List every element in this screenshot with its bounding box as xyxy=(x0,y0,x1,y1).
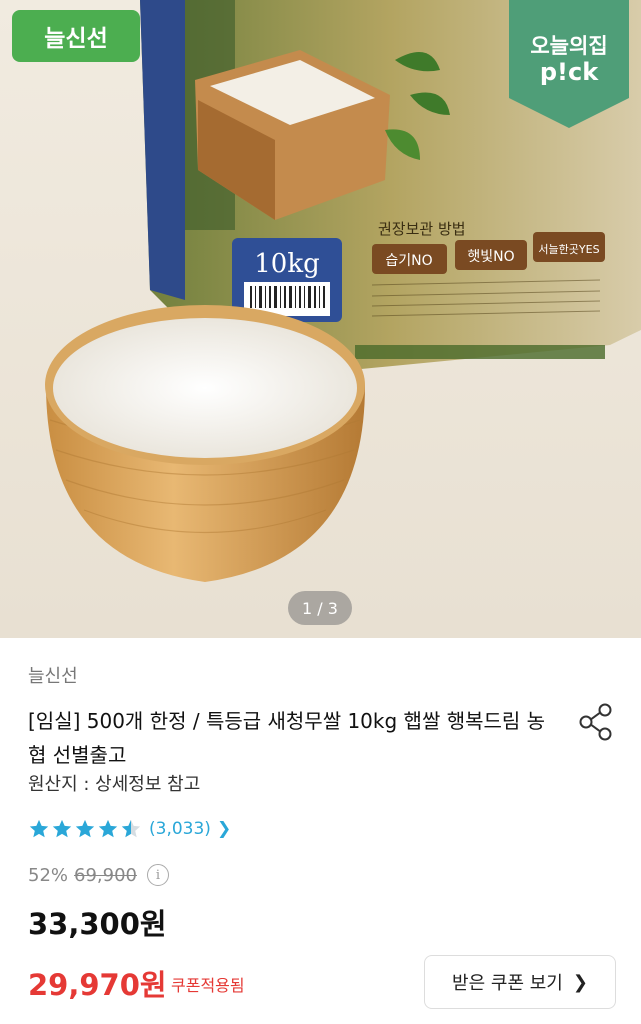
coupon-price: 29,970원 xyxy=(28,968,167,1002)
info-icon[interactable]: i xyxy=(147,864,169,886)
bag-weight-text: 10kg xyxy=(254,249,319,279)
brand-badge-label: 늘신선 xyxy=(44,26,108,52)
brand-name[interactable]: 늘신선 xyxy=(28,662,78,688)
view-coupons-label: 받은 쿠폰 보기 xyxy=(452,973,563,994)
ohouse-pick-badge: 오늘의집 p!ck xyxy=(509,0,629,128)
star-icon xyxy=(52,819,72,838)
share-button[interactable] xyxy=(577,702,615,742)
sale-price: 33,300원 xyxy=(28,907,167,941)
bag-tag-cool: 서늘한곳YES xyxy=(538,243,599,256)
chevron-right-icon[interactable]: ❯ xyxy=(217,819,231,839)
product-title: [임실] 500개 한정 / 특등급 새청무쌀 10kg 햅쌀 행복드림 농협 … xyxy=(28,709,546,767)
coupon-applied-tag: 쿠폰적용됨 xyxy=(171,976,245,995)
view-coupons-button[interactable]: 받은 쿠폰 보기 ❯ xyxy=(424,955,616,1009)
pick-badge-line2: p!ck xyxy=(539,58,599,86)
image-counter: 1 / 3 xyxy=(288,591,352,625)
star-icon xyxy=(29,819,49,838)
bag-storage-title: 권장보관 방법 xyxy=(378,220,466,238)
half-star-icon xyxy=(121,819,141,838)
brand-badge: 늘신선 xyxy=(12,10,140,62)
rating-stars xyxy=(28,818,143,840)
original-price: 69,900 xyxy=(74,864,137,886)
product-image-carousel[interactable]: 10kg 권장보관 방법 습기NO 햇빛NO 서늘한곳YES 늘신선 오늘의집 … xyxy=(0,0,641,638)
origin-info: 원산지 : 상세정보 참고 xyxy=(28,774,201,795)
original-price-row: 52% 69,900 i xyxy=(28,864,169,886)
star-icon xyxy=(75,819,95,838)
discount-rate: 52% xyxy=(28,864,69,886)
review-count[interactable]: (3,033) xyxy=(149,819,211,839)
bag-tag-sunlight: 햇빛NO xyxy=(467,249,514,265)
chevron-right-icon: ❯ xyxy=(572,971,588,993)
bag-tag-humidity: 습기NO xyxy=(385,253,432,269)
pick-badge-line1: 오늘의집 xyxy=(530,34,608,58)
star-icon xyxy=(98,819,118,838)
rating-row[interactable]: (3,033) ❯ xyxy=(28,816,231,842)
share-icon xyxy=(579,703,612,741)
